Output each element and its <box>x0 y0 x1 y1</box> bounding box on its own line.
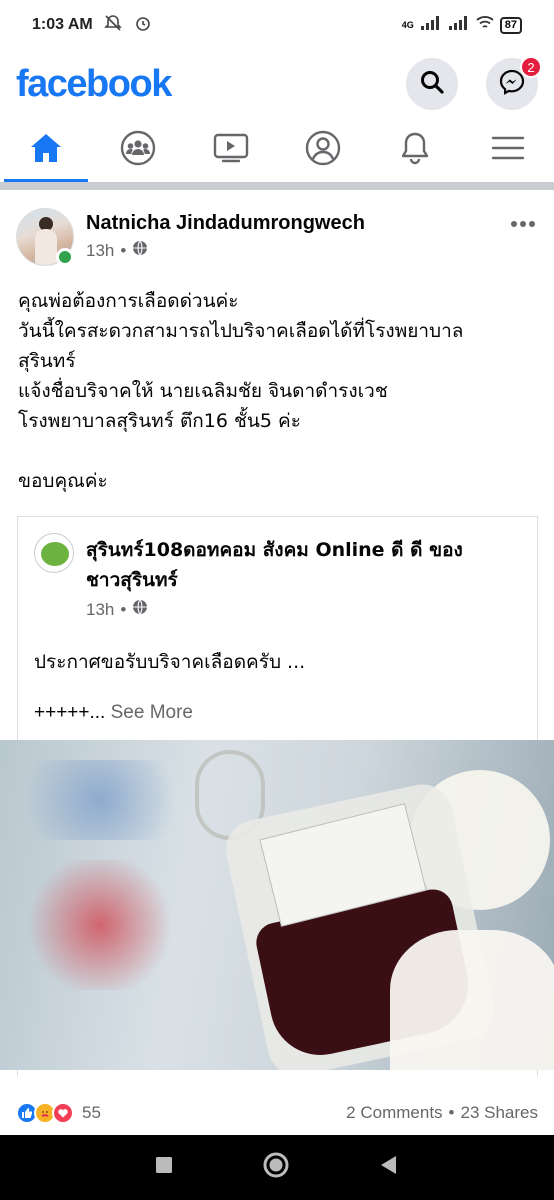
meta-separator: • <box>120 599 127 619</box>
post-text-line: ขอบคุณค่ะ <box>18 470 108 492</box>
meta-separator: • <box>120 240 127 260</box>
globe-icon <box>132 599 148 620</box>
main-nav-tabs <box>0 118 554 182</box>
android-navigation-bar <box>0 1135 554 1200</box>
post-header: Natnicha Jindadumrongwech 13h • <box>16 208 538 268</box>
shares-count[interactable]: 23 Shares <box>461 1103 539 1123</box>
facebook-logo[interactable]: facebook <box>16 63 172 106</box>
post-body-text: คุณพ่อต้องการเลือดด่วนค่ะ วันนี้ใครสะดวก… <box>18 286 538 496</box>
signal-icon <box>420 15 442 36</box>
shared-post-text-2-content: +++++... <box>34 702 106 723</box>
search-icon <box>419 69 445 100</box>
post-text-line <box>18 436 538 466</box>
post-meta: 13h • <box>86 240 148 261</box>
bell-icon <box>398 130 432 171</box>
globe-icon <box>132 240 148 261</box>
shared-page-name[interactable]: สุรินทร์108ดอทคอม สังคม Online ดี ดี ของ… <box>86 535 516 595</box>
feed-post: Natnicha Jindadumrongwech 13h • คุณพ่อต้… <box>0 190 554 1135</box>
post-stats: 2 Comments • 23 Shares <box>346 1103 538 1123</box>
online-status-indicator <box>56 248 74 266</box>
profile-icon <box>305 130 341 171</box>
stats-separator: • <box>448 1102 455 1122</box>
messenger-button[interactable]: 2 <box>486 56 542 110</box>
battery-level: 87 <box>499 16 522 34</box>
home-button[interactable] <box>262 1151 290 1184</box>
wifi-icon <box>476 15 494 36</box>
hamburger-menu-icon <box>491 134 525 167</box>
tab-groups[interactable] <box>92 118 184 182</box>
tab-watch[interactable] <box>185 118 277 182</box>
reaction-icons[interactable] <box>16 1101 74 1124</box>
comments-count[interactable]: 2 Comments <box>346 1103 442 1123</box>
post-photo-blood-bag[interactable] <box>0 740 554 1070</box>
shared-page-name-line: ชาวสุรินทร์ <box>86 569 178 591</box>
groups-icon <box>120 130 156 171</box>
post-text-line: โรงพยาบาลสุรินทร์ ตึก16 ชั้น5 ค่ะ <box>18 410 301 432</box>
post-options-button[interactable] <box>508 214 538 234</box>
post-author-name[interactable]: Natnicha Jindadumrongwech <box>86 212 365 235</box>
search-button[interactable] <box>406 58 458 110</box>
reaction-count[interactable]: 55 <box>82 1103 101 1123</box>
feed-separator <box>0 182 554 190</box>
shared-page-name-line: สุรินทร์108ดอทคอม สังคม Online ดี ดี ของ <box>86 539 463 561</box>
recent-apps-button[interactable] <box>154 1155 174 1180</box>
tab-menu[interactable] <box>462 118 554 182</box>
alarm-icon <box>133 13 153 38</box>
post-text-line: แจ้งชื่อบริจาคให้ นายเฉลิมชัย จินดาดำรงเ… <box>18 380 388 402</box>
more-horizontal-icon <box>510 215 536 233</box>
shared-post-text: ประกาศขอรับบริจาคเลือดครับ ... <box>34 651 306 673</box>
post-text-line: คุณพ่อต้องการเลือดด่วนค่ะ <box>18 290 239 312</box>
tab-notifications[interactable] <box>369 118 461 182</box>
love-reaction-icon <box>52 1101 74 1124</box>
post-timestamp[interactable]: 13h <box>86 241 114 261</box>
shared-post-meta: 13h • <box>86 599 148 620</box>
status-bar: 1:03 AM 4G 87 <box>0 0 554 50</box>
messenger-badge: 2 <box>520 56 542 78</box>
back-button[interactable] <box>378 1154 400 1181</box>
home-icon <box>29 132 63 169</box>
reactions-bar: 55 2 Comments • 23 Shares <box>0 1090 554 1135</box>
tab-home[interactable] <box>0 118 92 182</box>
signal-icon-2 <box>448 15 470 36</box>
network-type: 4G <box>401 19 414 30</box>
shared-post-text-2: +++++... See More <box>34 702 193 724</box>
mute-notifications-icon <box>103 13 123 38</box>
shared-post-timestamp[interactable]: 13h <box>86 600 114 620</box>
watch-icon <box>213 132 249 169</box>
post-text-line: วันนี้ใครสะดวกสามารถไปบริจาคเลือดได้ที่โ… <box>18 320 464 342</box>
app-header: facebook 2 <box>0 50 554 118</box>
see-more-link[interactable]: See More <box>111 702 193 723</box>
tab-profile[interactable] <box>277 118 369 182</box>
post-text-line: สุรินทร์ <box>18 350 76 372</box>
status-time: 1:03 AM <box>32 16 93 33</box>
shared-page-avatar[interactable] <box>34 533 74 573</box>
